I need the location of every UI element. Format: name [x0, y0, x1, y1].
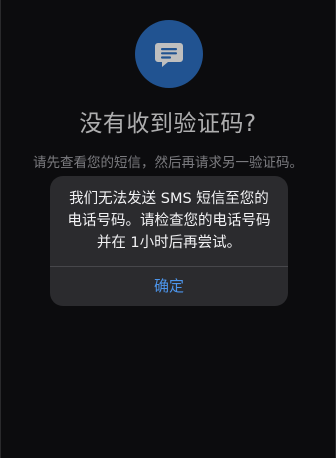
alert-message: 我们无法发送 SMS 短信至您的电话号码。请检查您的电话号码并在 1小时后再尝试…	[67, 191, 271, 251]
screen: 没有收到验证码? 请先查看您的短信，然后再请求另一验证码。 我们无法发送 SMS…	[0, 0, 336, 458]
alert-dialog: 我们无法发送 SMS 短信至您的电话号码。请检查您的电话号码并在 1小时后再尝试…	[50, 176, 288, 306]
confirm-button[interactable]: 确定	[50, 267, 288, 306]
